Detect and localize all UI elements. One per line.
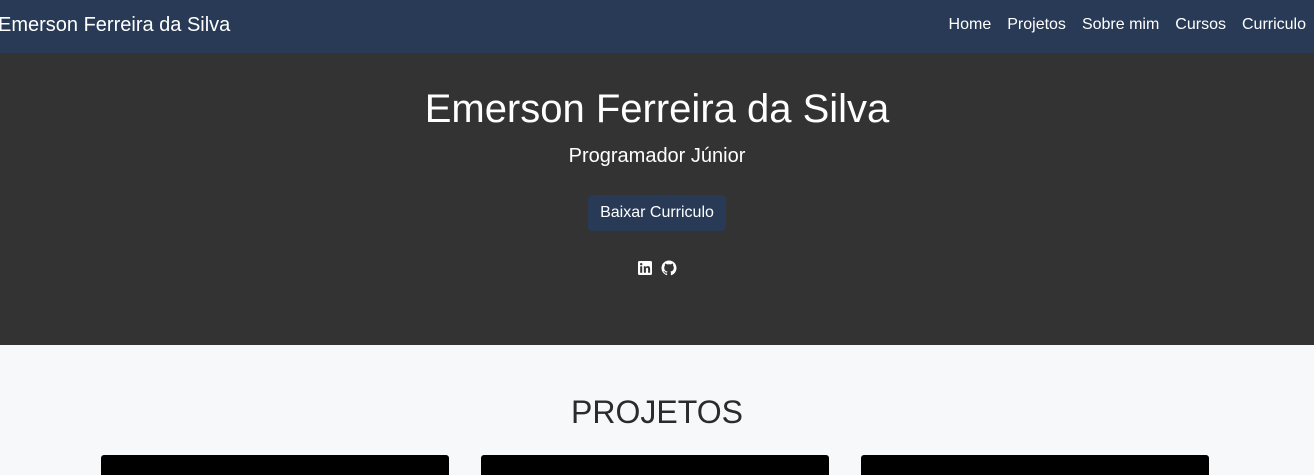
hero-title: Emerson Ferreira da Silva <box>424 87 890 131</box>
nav-link-home[interactable]: Home <box>949 15 992 35</box>
navbar: Emerson Ferreira da Silva Home Projetos … <box>0 0 1314 53</box>
linkedin-icon-glyph <box>638 261 652 275</box>
hero-section: Emerson Ferreira da Silva Programador Jú… <box>0 53 1314 345</box>
project-card[interactable] <box>861 455 1209 475</box>
project-card[interactable] <box>101 455 449 475</box>
social-links <box>0 260 1314 276</box>
projects-section: PROJETOS <box>0 345 1314 475</box>
github-icon[interactable] <box>661 260 677 276</box>
project-cards <box>101 455 1209 475</box>
hero-subtitle: Programador Júnior <box>568 145 746 167</box>
nav-link-cursos[interactable]: Cursos <box>1175 15 1226 35</box>
nav-link-curriculo[interactable]: Curriculo <box>1242 15 1306 35</box>
nav-links: Home Projetos Sobre mim Cursos Curriculo <box>949 15 1306 35</box>
nav-link-sobre-mim[interactable]: Sobre mim <box>1082 15 1159 35</box>
nav-link-projetos[interactable]: Projetos <box>1007 15 1066 35</box>
github-icon-glyph <box>661 260 677 276</box>
projects-title: PROJETOS <box>571 394 743 430</box>
project-card[interactable] <box>481 455 829 475</box>
linkedin-icon[interactable] <box>637 260 653 276</box>
brand-link[interactable]: Emerson Ferreira da Silva <box>0 13 230 37</box>
download-resume-button[interactable]: Baixar Curriculo <box>588 195 726 231</box>
download-button-wrap: Baixar Curriculo <box>0 195 1314 231</box>
